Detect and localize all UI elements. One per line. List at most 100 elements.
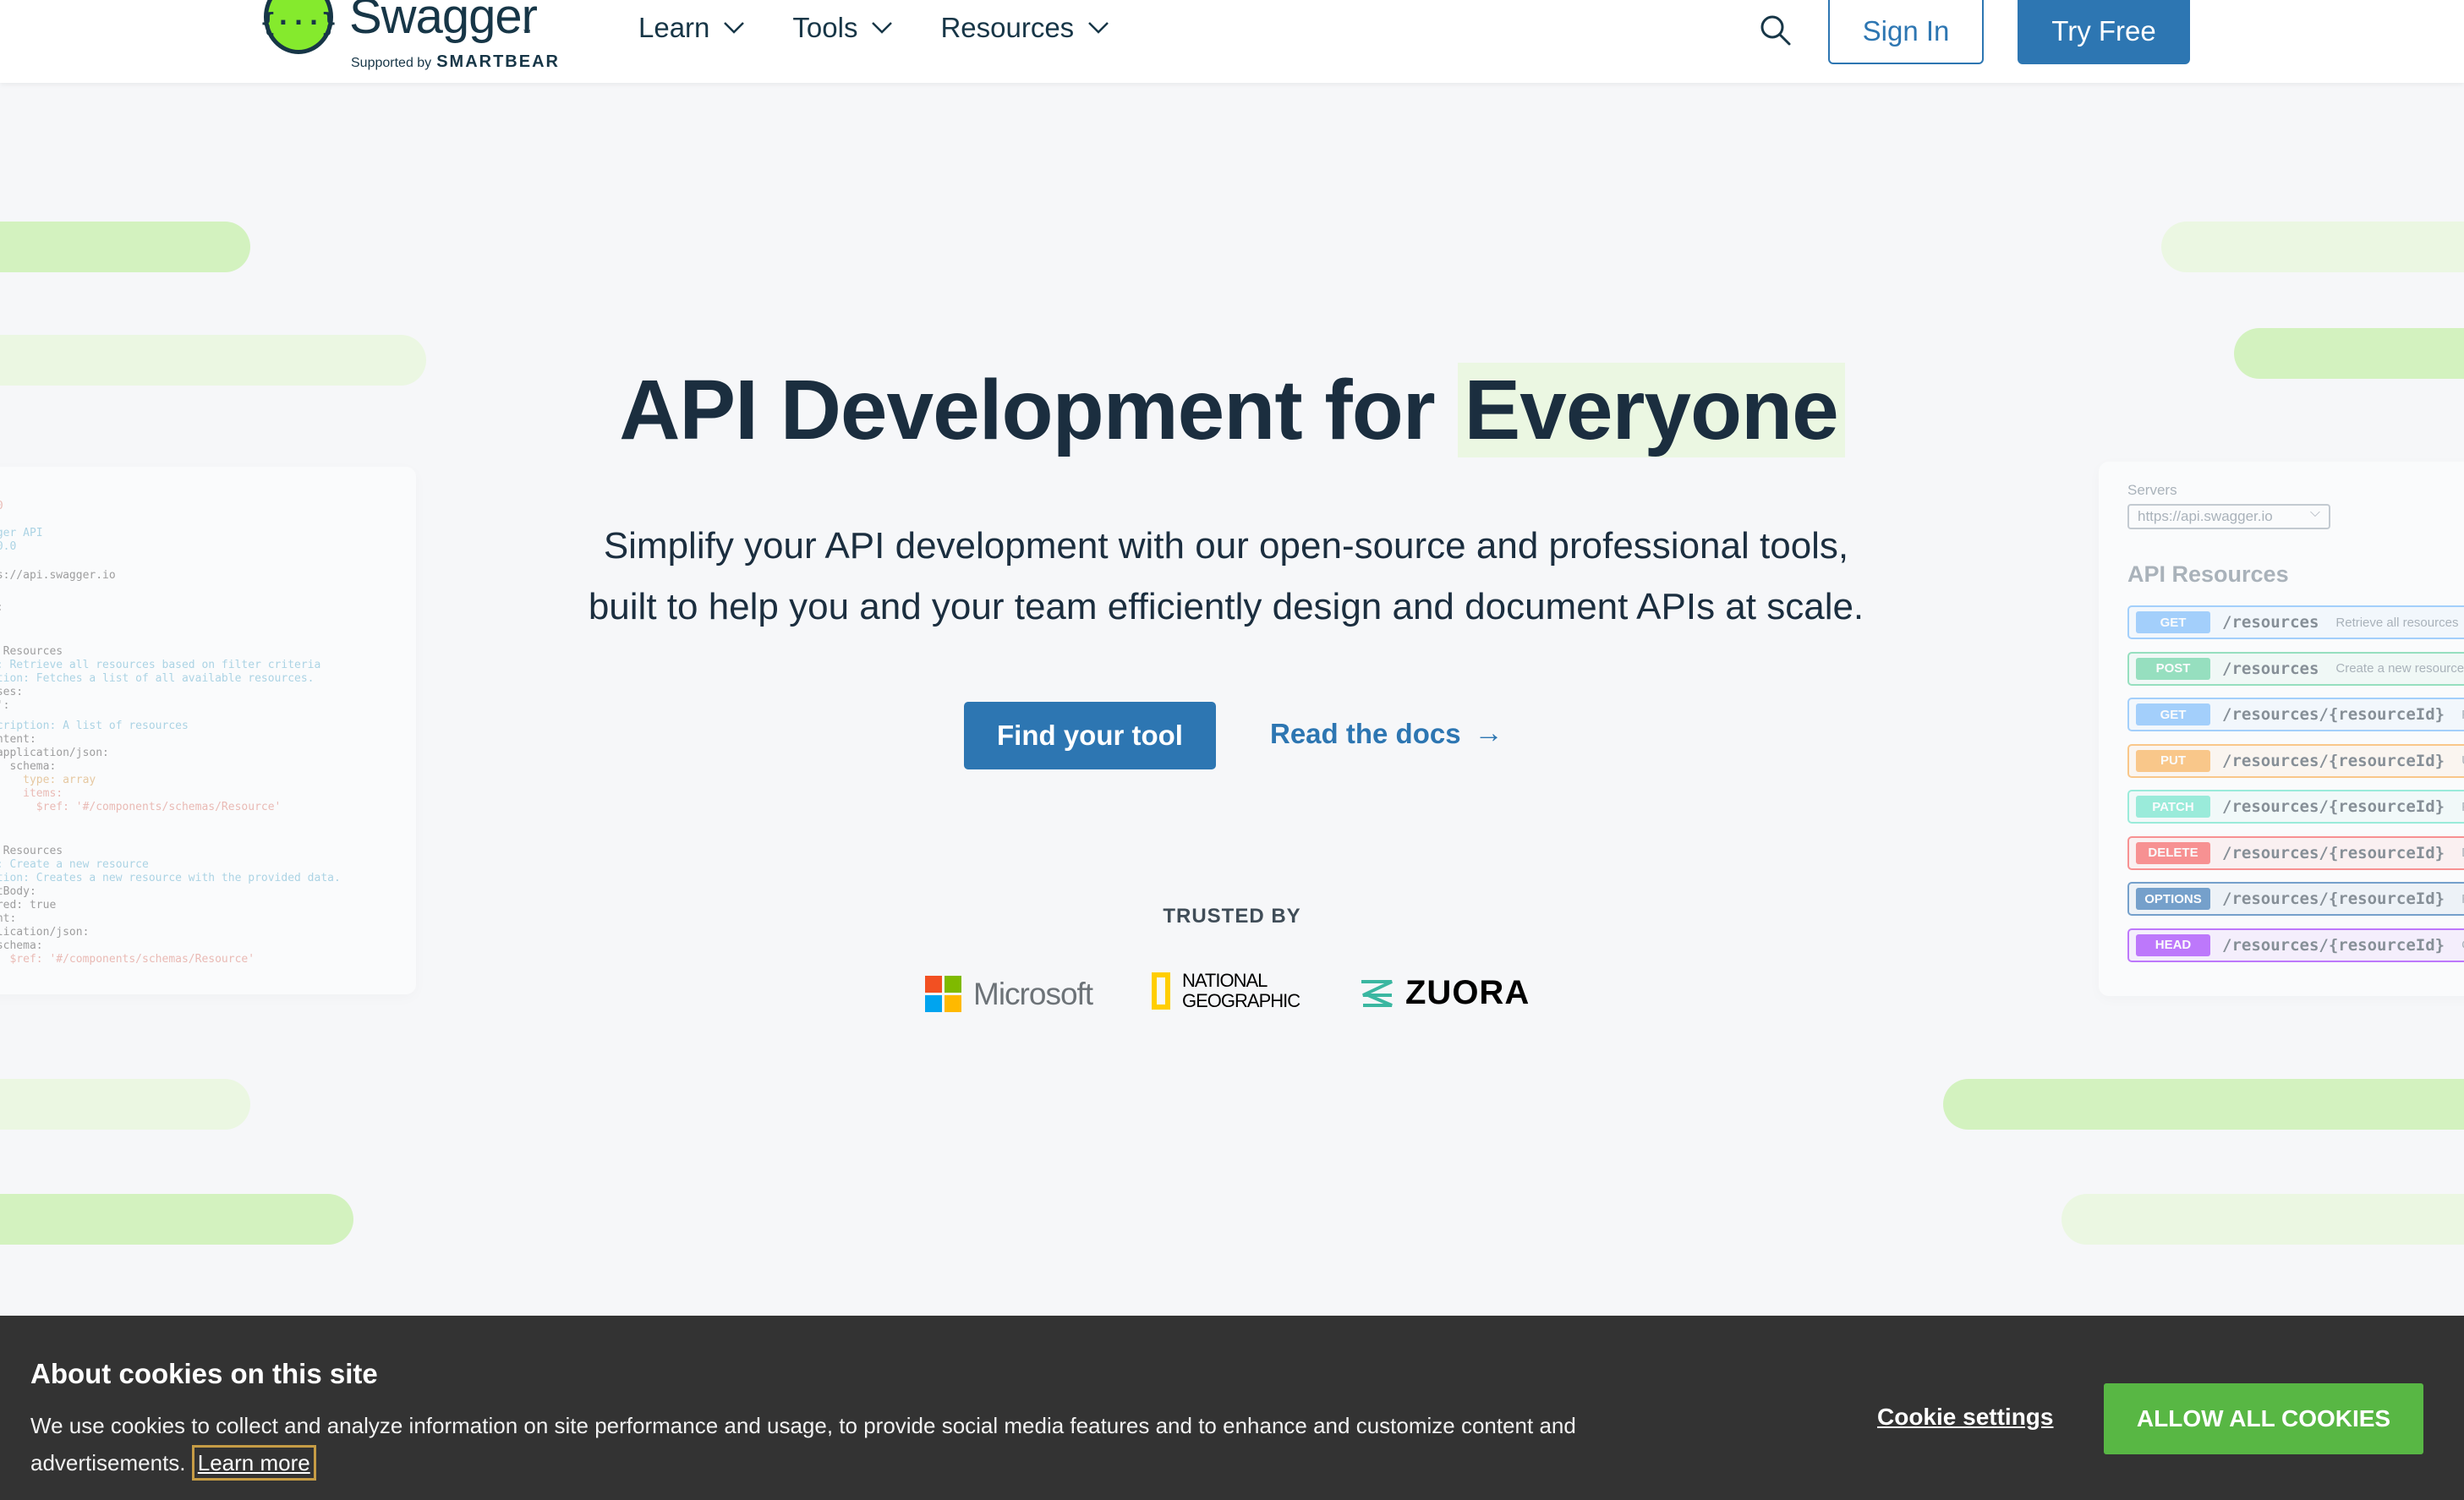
swagger-logo[interactable]: {···} Swagger ™ Supported by SMARTBEAR [260, 0, 565, 78]
operation-description: Create a new resource [2335, 661, 2464, 676]
hero-title-highlight: Everyone [1457, 363, 1845, 457]
hero-subtitle: Simplify your API development with our o… [474, 516, 1979, 638]
site-header: {···} Swagger ™ Supported by SMARTBEAR Le… [0, 0, 2464, 83]
hero-title: API Development for Everyone [0, 362, 2464, 459]
operation-path: /resources/{resourceId} [2222, 705, 2445, 724]
http-method-badge: HEAD [2136, 933, 2210, 956]
server-select: https://api.swagger.io [2127, 504, 2330, 529]
main-nav: Learn Tools Resources [638, 12, 1109, 44]
logo-wordmark: Swagger [349, 0, 538, 44]
arrow-right-icon: → [1474, 717, 1503, 749]
code-line: .0.0 [0, 540, 17, 553]
decor-pill [2161, 222, 2464, 272]
code-line: items: [23, 787, 63, 800]
http-method-badge: GET [2136, 703, 2210, 725]
code-line: $ref: '#/components/schemas/Resource' [0, 801, 282, 813]
operation-path: /resources/{resourceId} [2222, 935, 2445, 955]
decor-pill [2062, 1194, 2464, 1245]
hero-title-main: API Development for [619, 363, 1435, 457]
microsoft-logo: Microsoft [925, 976, 1093, 1012]
code-line: scription: A list of resources [0, 720, 189, 732]
operation-row: DELETE/resources/{resourceId}D [2127, 835, 2464, 870]
nav-learn-label: Learn [638, 12, 710, 43]
http-method-badge: GET [2136, 611, 2210, 633]
code-line: nses: [0, 686, 24, 698]
decor-pill [0, 1079, 250, 1130]
http-method-badge: POST [2136, 657, 2210, 680]
sign-in-button[interactable]: Sign In [1828, 0, 1984, 64]
operation-path: /resources/{resourceId} [2222, 797, 2445, 816]
code-line: ption: Creates a new resource with the p… [0, 872, 341, 884]
code-line: schema: [9, 760, 57, 773]
decor-pill [0, 1194, 353, 1245]
logo-trademark: ™ [523, 29, 531, 38]
zuora-logo: ZUORA [1358, 974, 1530, 1012]
natgeo-line: NATIONAL [1182, 970, 1268, 991]
chevron-down-icon [872, 22, 893, 34]
nav-learn[interactable]: Learn [638, 12, 745, 44]
code-line: 0': [0, 699, 10, 712]
supported-by-label: Supported by [351, 56, 432, 70]
learn-more-link[interactable]: Learn more [191, 1445, 316, 1481]
decor-pill [1943, 1079, 2464, 1130]
decor-pill [0, 222, 250, 272]
operation-row: GET/resources/{resourceId}R [2127, 698, 2464, 731]
http-method-badge: PUT [2136, 749, 2210, 772]
try-free-button[interactable]: Try Free [2018, 0, 2190, 64]
hero-subtitle-line: built to help you and your team efficien… [588, 586, 1864, 627]
hero-subtitle-line: Simplify your API development with our o… [603, 525, 1849, 567]
operation-path: /resources/{resourceId} [2222, 751, 2445, 770]
microsoft-wordmark: Microsoft [973, 976, 1093, 1011]
microsoft-logo-icon [925, 976, 961, 1012]
code-line: s: [0, 600, 3, 615]
chevron-down-icon [724, 22, 745, 34]
zuora-wordmark: ZUORA [1405, 974, 1530, 1011]
api-resources-title: API Resources [2127, 561, 2289, 587]
http-method-badge: PATCH [2136, 796, 2210, 818]
swagger-logo-icon: {···} [260, 0, 337, 54]
code-line: .0 [0, 499, 3, 513]
code-line: y: Retrieve all resources based on filte… [0, 659, 321, 671]
code-line: ps://api.swagger.io [0, 569, 116, 582]
operation-row: PATCH/resources/{resourceId}P [2127, 790, 2464, 824]
code-line: ption: Fetches a list of all available r… [0, 672, 315, 685]
code-line: type: array [0, 774, 96, 786]
natgeo-frame-icon [1152, 972, 1170, 1010]
search-icon[interactable] [1757, 12, 1794, 49]
read-the-docs-label: Read the docs [1270, 717, 1461, 749]
code-line: ontent: [0, 733, 36, 746]
nav-resources[interactable]: Resources [940, 12, 1109, 44]
logo-supported-by: Supported by SMARTBEAR [351, 52, 560, 72]
zuora-logo-icon [1361, 979, 1393, 1007]
cookie-text: We use cookies to collect and analyze in… [30, 1407, 1637, 1481]
code-line: I Resources [3, 645, 63, 658]
smartbear-label: SMARTBEAR [436, 52, 560, 71]
operation-path: /resources [2222, 659, 2319, 678]
operation-row: PUT/resources/{resourceId}U [2127, 743, 2464, 778]
natgeo-line: GEOGRAPHIC [1182, 990, 1300, 1011]
allow-all-cookies-button[interactable]: ALLOW ALL COOKIES [2104, 1383, 2423, 1454]
national-geographic-logo: NATIONAL GEOGRAPHIC [1152, 971, 1300, 1011]
read-the-docs-link[interactable]: Read the docs → [1270, 717, 1503, 750]
servers-label: Servers [2127, 482, 2177, 498]
nav-tools[interactable]: Tools [792, 12, 893, 44]
operation-path: /resources [2222, 613, 2319, 632]
code-line: application/json: [0, 747, 109, 759]
operation-row: POST/resources Create a new resource [2127, 651, 2464, 686]
cookie-banner: About cookies on this site We use cookie… [0, 1316, 2464, 1500]
code-line: y: Create a new resource [0, 858, 149, 871]
cookie-settings-button[interactable]: Cookie settings [1877, 1404, 2053, 1431]
code-line: stBody: [0, 885, 36, 898]
operation-path: /resources/{resourceId} [2222, 843, 2445, 862]
operation-row: HEAD/resources/{resourceId}C [2127, 928, 2464, 962]
trusted-by-label: TRUSTED BY [1163, 905, 1301, 928]
code-line: I Resources [3, 845, 63, 857]
operation-description: Retrieve all resources [2335, 615, 2459, 630]
natgeo-wordmark: NATIONAL GEOGRAPHIC [1182, 971, 1300, 1011]
nav-tools-label: Tools [792, 12, 858, 43]
code-line: schema: [0, 939, 43, 952]
operation-row: GET/resources Retrieve all resources [2127, 605, 2464, 639]
cookie-title: About cookies on this site [30, 1358, 378, 1389]
find-your-tool-button[interactable]: Find your tool [964, 702, 1216, 769]
chevron-down-icon [1088, 22, 1109, 34]
